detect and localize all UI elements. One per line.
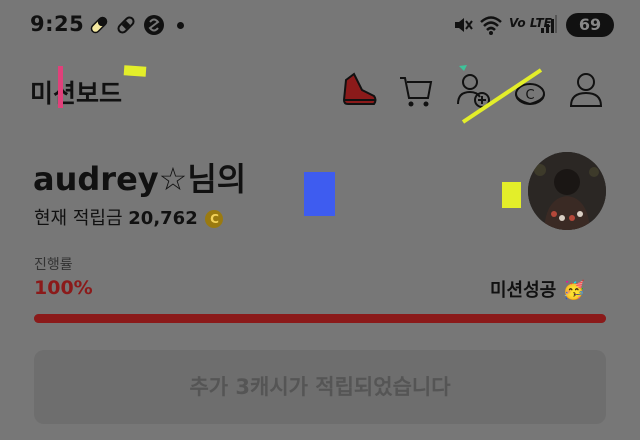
battery-level: 69 bbox=[578, 15, 602, 34]
notification-dot bbox=[177, 22, 184, 29]
progress-value: 100% bbox=[34, 277, 93, 299]
points-value: 20,762 bbox=[128, 208, 198, 229]
blue-highlight bbox=[304, 172, 335, 216]
mission-status: 미션성공 🥳 bbox=[490, 280, 585, 301]
points-row: 현재 적립금 20,762 C bbox=[34, 204, 224, 230]
page-title: 미션보드 bbox=[30, 79, 123, 108]
status-time: 9:25 bbox=[30, 12, 85, 36]
sneaker-icon[interactable] bbox=[340, 70, 380, 110]
wifi-icon bbox=[480, 16, 502, 35]
progress-fill bbox=[34, 314, 606, 323]
cart-icon[interactable] bbox=[398, 70, 434, 110]
avatar[interactable] bbox=[528, 152, 606, 230]
status-bar: 9:25 Vo LTE 69 bbox=[0, 0, 640, 52]
avatar-image bbox=[528, 152, 606, 230]
mute-icon bbox=[455, 18, 473, 32]
battery-indicator: 69 bbox=[566, 13, 614, 37]
cash-earned-text: 추가 3캐시가 적립되었습니다 bbox=[189, 375, 451, 399]
signal-icon bbox=[541, 15, 557, 33]
pill-icon bbox=[90, 16, 108, 34]
points-label: 현재 적립금 bbox=[34, 208, 123, 229]
yellow-highlight-2 bbox=[502, 182, 521, 208]
progress-bar bbox=[34, 314, 606, 323]
user-name: audrey☆님의 bbox=[33, 160, 247, 198]
pink-highlight bbox=[58, 66, 63, 108]
yellow-highlight bbox=[123, 65, 147, 77]
bandage-icon bbox=[117, 16, 135, 34]
progress-label: 진행률 bbox=[34, 257, 73, 273]
profile-icon[interactable] bbox=[568, 70, 604, 110]
app-logo-icon bbox=[144, 15, 164, 35]
cash-earned-button[interactable]: 추가 3캐시가 적립되었습니다 bbox=[34, 350, 606, 424]
small-coin-icon: C bbox=[205, 210, 224, 228]
yellow-strike-mark bbox=[459, 65, 543, 124]
